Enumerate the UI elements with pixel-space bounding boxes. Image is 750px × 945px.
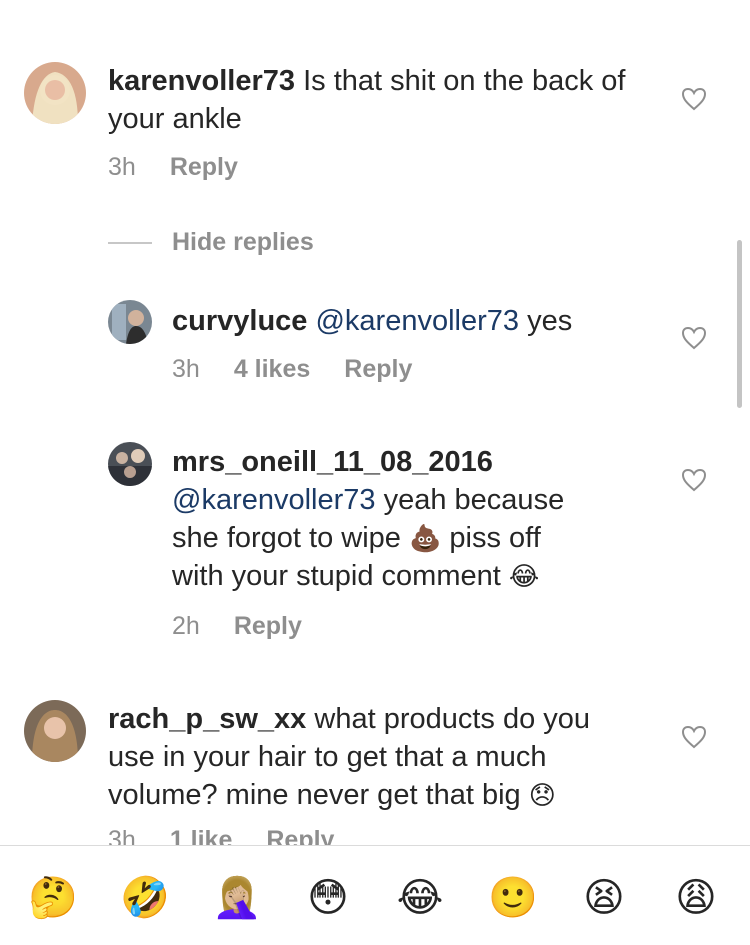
thinking-face-icon[interactable]: 🤔: [28, 874, 78, 922]
comment-body-1: what products do you: [314, 703, 591, 735]
slight-smile-icon[interactable]: 🙂: [488, 874, 538, 922]
line-3: volume? mine never get that big 😞: [108, 776, 668, 814]
username[interactable]: rach_p_sw_xx: [108, 703, 306, 735]
tears-of-joy-icon[interactable]: 😂: [396, 874, 444, 922]
rofl-icon[interactable]: 🤣: [120, 874, 170, 922]
flushed-face-icon[interactable]: 😳: [304, 874, 352, 922]
line-1: rach_p_sw_xx what products do you: [108, 700, 668, 738]
weary-face-icon[interactable]: 😩: [672, 874, 720, 922]
avatar[interactable]: [24, 700, 86, 762]
reply-button[interactable]: Reply: [266, 826, 334, 845]
comment-body-2: use in your hair to get that a much: [108, 741, 547, 773]
timestamp: 3h: [108, 826, 136, 845]
comment-rach-p-sw-xx: rach_p_sw_xx what products do you use in…: [0, 0, 750, 845]
line-2: use in your hair to get that a much: [108, 738, 668, 776]
comment-text: rach_p_sw_xx what products do you use in…: [108, 700, 668, 814]
emoji-quick-bar: 🤔 🤣 🤦🏼‍♀️ 😳 😂 🙂 😫 😩: [0, 845, 750, 945]
comment-body-3: volume? mine never get that big: [108, 779, 521, 811]
facepalm-icon[interactable]: 🤦🏼‍♀️: [212, 874, 262, 922]
sad-emoji: 😞: [528, 780, 556, 810]
likes-count[interactable]: 1 like: [170, 826, 233, 845]
scrollbar[interactable]: [737, 240, 742, 408]
tired-face-icon[interactable]: 😫: [580, 874, 628, 922]
comments-list: karenvoller73 Is that shit on the back o…: [0, 0, 750, 845]
comment-meta: 3h 1 like Reply: [108, 826, 334, 845]
heart-icon[interactable]: [681, 725, 707, 749]
